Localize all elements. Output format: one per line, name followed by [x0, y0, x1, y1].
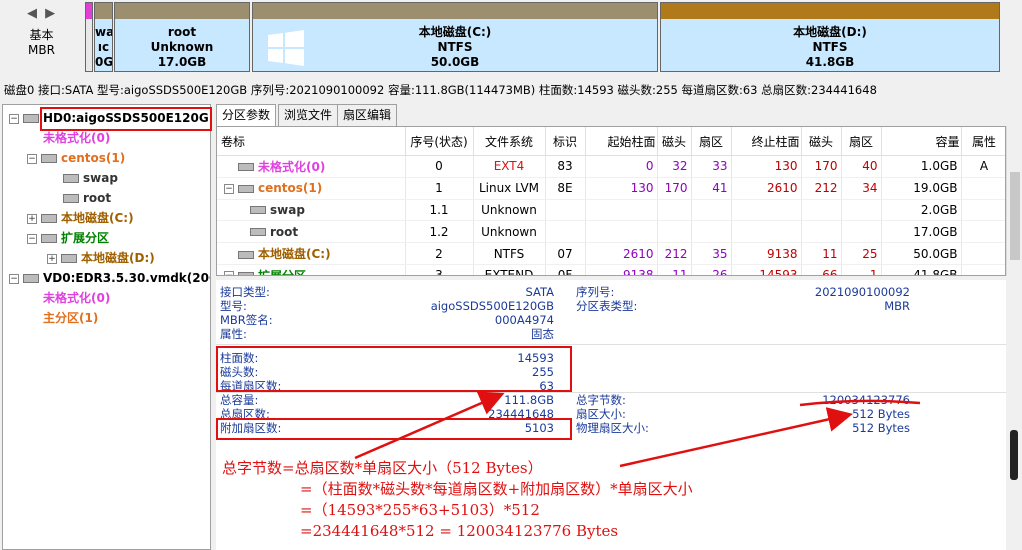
underline-mark — [799, 399, 921, 407]
formula-line-4: =234441648*512 = 120034123776 Bytes — [300, 522, 619, 540]
details-scrollbar-thumb[interactable] — [1010, 430, 1018, 480]
arrow-to-sector-size — [619, 407, 853, 468]
formula-line-3: =（14593*255*63+5103）*512 — [300, 501, 540, 519]
formula-line-1: 总字节数=总扇区数*单扇区大小（512 Bytes） — [222, 459, 543, 477]
formula-line-2: =（柱面数*磁头数*每道扇区数+附加扇区数）*单扇区大小 — [300, 480, 693, 498]
arrow-to-sectors — [354, 391, 505, 460]
